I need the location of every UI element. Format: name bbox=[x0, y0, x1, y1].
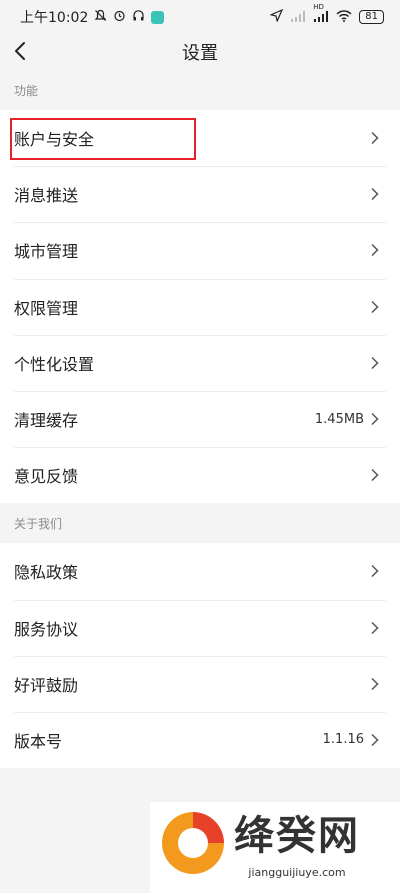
row-label: 权限管理 bbox=[14, 298, 79, 318]
settings-row-account-security[interactable]: 账户与安全 bbox=[0, 110, 400, 166]
status-left: 上午10:02 bbox=[20, 7, 165, 27]
settings-row-permissions[interactable]: 权限管理 bbox=[0, 278, 400, 335]
functions-group: 账户与安全 消息推送 城市管理 权限管理 个性化设置 清理缓存 1.45MB 意… bbox=[0, 110, 400, 504]
headphones-icon bbox=[132, 9, 145, 25]
row-label: 消息推送 bbox=[14, 186, 79, 206]
row-label: 意见反馈 bbox=[14, 467, 79, 487]
chevron-right-icon bbox=[371, 621, 379, 634]
signal-sim2-icon: HD bbox=[313, 3, 329, 25]
about-group: 隐私政策 服务协议 好评鼓励 版本号 1.1.16 bbox=[0, 543, 400, 769]
battery-indicator: 81 bbox=[359, 10, 384, 24]
watermark-text: 绛癸网 jiangguijiuye.com bbox=[234, 808, 360, 879]
row-label: 清理缓存 bbox=[14, 411, 79, 431]
status-right: HD 81 bbox=[269, 3, 384, 25]
settings-row-clear-cache[interactable]: 清理缓存 1.45MB bbox=[0, 390, 400, 447]
row-label: 个性化设置 bbox=[14, 354, 95, 374]
signal-sim1-icon bbox=[290, 10, 306, 25]
watermark-title: 绛癸网 bbox=[234, 813, 360, 859]
chevron-right-icon bbox=[371, 677, 379, 690]
hd-label: HD bbox=[313, 2, 324, 11]
alarm-icon bbox=[113, 9, 126, 25]
settings-row-city-management[interactable]: 城市管理 bbox=[0, 222, 400, 278]
page-title: 设置 bbox=[182, 43, 218, 64]
mute-bell-icon bbox=[94, 9, 107, 25]
back-arrow-icon[interactable] bbox=[10, 36, 38, 66]
row-label: 隐私政策 bbox=[14, 563, 79, 583]
watermark-logo-icon bbox=[162, 812, 224, 874]
nav-bar: 设置 bbox=[0, 34, 400, 70]
row-label: 版本号 bbox=[14, 731, 63, 751]
chevron-right-icon bbox=[371, 132, 379, 145]
chevron-right-icon bbox=[371, 188, 379, 201]
row-label: 账户与安全 bbox=[14, 130, 95, 150]
chevron-right-icon bbox=[371, 565, 379, 578]
settings-row-feedback[interactable]: 意见反馈 bbox=[0, 447, 400, 503]
settings-row-personalization[interactable]: 个性化设置 bbox=[0, 334, 400, 391]
section-label-functions: 功能 bbox=[14, 83, 39, 98]
row-label: 服务协议 bbox=[14, 619, 79, 639]
settings-row-service-agreement[interactable]: 服务协议 bbox=[0, 599, 400, 656]
settings-row-rate-app[interactable]: 好评鼓励 bbox=[0, 655, 400, 712]
status-bar: 上午10:02 HD 81 bbox=[0, 0, 400, 34]
settings-row-privacy-policy[interactable]: 隐私政策 bbox=[0, 543, 400, 599]
chevron-right-icon bbox=[371, 469, 379, 482]
row-label: 好评鼓励 bbox=[14, 675, 79, 695]
settings-row-push-notifications[interactable]: 消息推送 bbox=[0, 166, 400, 222]
cache-size-value: 1.45MB bbox=[314, 411, 364, 427]
location-icon bbox=[269, 8, 284, 25]
settings-row-version[interactable]: 版本号 1.1.16 bbox=[0, 711, 400, 768]
app-notification-icon bbox=[151, 10, 165, 24]
chevron-right-icon bbox=[371, 413, 379, 426]
watermark-url: jiangguijiuye.com bbox=[248, 866, 346, 879]
chevron-right-icon bbox=[371, 300, 379, 313]
chevron-right-icon bbox=[371, 356, 379, 369]
wifi-icon bbox=[336, 9, 352, 25]
chevron-right-icon bbox=[371, 244, 379, 257]
row-label: 城市管理 bbox=[14, 242, 79, 262]
version-value: 1.1.16 bbox=[322, 732, 364, 748]
status-time: 上午10:02 bbox=[20, 10, 89, 26]
chevron-right-icon bbox=[371, 733, 379, 746]
watermark: 绛癸网 jiangguijiuye.com bbox=[150, 802, 400, 893]
section-label-about-us: 关于我们 bbox=[14, 516, 63, 531]
